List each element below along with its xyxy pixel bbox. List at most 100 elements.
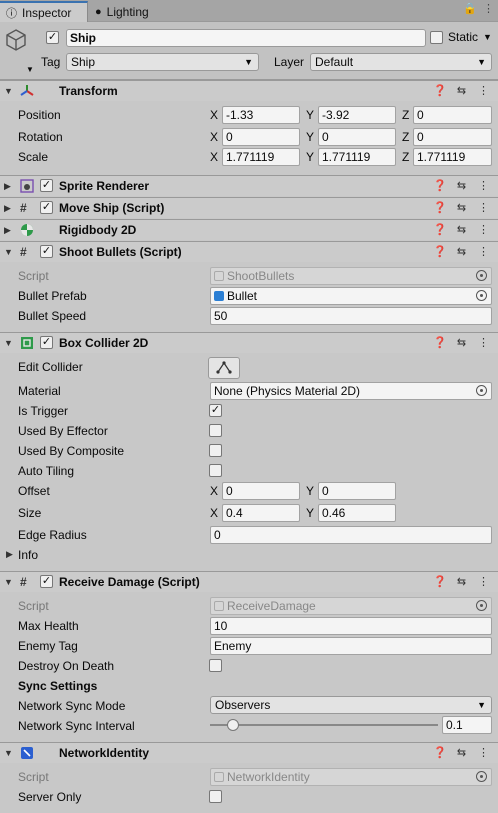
network-sync-mode-dropdown[interactable]: Observers ▼: [210, 696, 492, 714]
rotation-label: Rotation: [18, 130, 63, 144]
rotation-x-field[interactable]: 0: [222, 128, 300, 146]
rotation-z-field[interactable]: 0: [413, 128, 492, 146]
rigidbody-header[interactable]: ▶ Rigidbody 2D ❓ ⇆ ⋮: [0, 219, 498, 240]
foldout-expanded-icon[interactable]: ▼: [4, 247, 13, 257]
offset-y-field[interactable]: 0: [318, 482, 396, 500]
edit-collider-button[interactable]: [208, 357, 240, 379]
help-icon[interactable]: ❓: [433, 201, 447, 214]
static-dropdown-arrow-icon[interactable]: ▼: [483, 32, 492, 42]
foldout-expanded-icon[interactable]: ▼: [4, 338, 13, 348]
help-icon[interactable]: ❓: [433, 746, 447, 759]
tag-label: Tag: [41, 55, 61, 69]
enemy-tag-field[interactable]: Enemy: [210, 637, 492, 655]
object-picker-icon[interactable]: [476, 385, 487, 396]
preset-icon[interactable]: ⇆: [455, 336, 468, 349]
preset-icon[interactable]: ⇆: [455, 84, 468, 97]
component-menu-icon[interactable]: ⋮: [477, 245, 490, 258]
tag-dropdown[interactable]: Ship ▼: [66, 53, 259, 71]
component-menu-icon[interactable]: ⋮: [477, 336, 490, 349]
network-identity-script-label: Script: [18, 770, 49, 784]
preset-icon[interactable]: ⇆: [455, 575, 468, 588]
foldout-expanded-icon[interactable]: ▼: [4, 86, 13, 96]
foldout-collapsed-icon[interactable]: ▶: [4, 203, 11, 214]
tab-inspector-label: Inspector: [22, 5, 72, 20]
box-collider-enabled-checkbox[interactable]: ✓: [40, 336, 53, 349]
script-file-icon: [214, 601, 224, 611]
scale-z-field[interactable]: 1.771119: [413, 148, 492, 166]
scale-x-field[interactable]: 1.771119: [222, 148, 300, 166]
static-checkbox[interactable]: [430, 30, 443, 44]
box-collider-header[interactable]: ▼ ✓ Box Collider 2D ❓ ⇆ ⋮: [0, 332, 498, 353]
offset-x-field[interactable]: 0: [222, 482, 300, 500]
component-menu-icon[interactable]: ⋮: [477, 223, 490, 236]
scale-y-field[interactable]: 1.771119: [318, 148, 396, 166]
object-picker-icon[interactable]: [476, 290, 487, 301]
used-by-composite-checkbox[interactable]: [209, 444, 222, 457]
used-by-effector-label: Used By Effector: [18, 424, 108, 438]
help-icon[interactable]: ❓: [433, 84, 447, 97]
lock-icon[interactable]: 🔒: [463, 2, 477, 15]
tab-inspector[interactable]: ⓘ Inspector: [0, 1, 88, 22]
bullet-prefab-field[interactable]: Bullet: [210, 287, 492, 305]
foldout-expanded-icon[interactable]: ▼: [4, 577, 13, 587]
layer-dropdown[interactable]: Default ▼: [310, 53, 492, 71]
rotation-y-field[interactable]: 0: [318, 128, 396, 146]
icon-dropdown-arrow-icon[interactable]: ▼: [26, 65, 34, 74]
destroy-on-death-checkbox[interactable]: [209, 659, 222, 672]
move-ship-header[interactable]: ▶ # ✓ Move Ship (Script) ❓ ⇆ ⋮: [0, 197, 498, 218]
move-ship-enabled-checkbox[interactable]: ✓: [40, 201, 53, 214]
size-x-field[interactable]: 0.4: [222, 504, 300, 522]
receive-damage-enabled-checkbox[interactable]: ✓: [40, 575, 53, 588]
slider-thumb[interactable]: [226, 719, 239, 731]
used-by-effector-checkbox[interactable]: [209, 424, 222, 437]
network-identity-title: NetworkIdentity: [59, 746, 150, 760]
info-label[interactable]: Info: [18, 548, 38, 562]
transform-header[interactable]: ▼ Transform ❓ ⇆ ⋮: [0, 80, 498, 101]
menu-icon[interactable]: ⋮: [483, 2, 494, 15]
max-health-field[interactable]: 10: [210, 617, 492, 635]
help-icon[interactable]: ❓: [433, 575, 447, 588]
help-icon[interactable]: ❓: [433, 245, 447, 258]
edge-radius-field[interactable]: 0: [210, 526, 492, 544]
network-identity-script-field: NetworkIdentity: [210, 768, 492, 786]
sprite-renderer-enabled-checkbox[interactable]: ✓: [40, 179, 53, 192]
sprite-renderer-header[interactable]: ▶ ✓ Sprite Renderer ❓ ⇆ ⋮: [0, 175, 498, 196]
size-y-field[interactable]: 0.46: [318, 504, 396, 522]
help-icon[interactable]: ❓: [433, 336, 447, 349]
preset-icon[interactable]: ⇆: [455, 245, 468, 258]
position-x-field[interactable]: -1.33: [222, 106, 300, 124]
network-sync-interval-slider[interactable]: [210, 717, 438, 733]
component-menu-icon[interactable]: ⋮: [477, 575, 490, 588]
server-only-checkbox[interactable]: [209, 790, 222, 803]
component-menu-icon[interactable]: ⋮: [477, 201, 490, 214]
auto-tiling-checkbox[interactable]: [209, 464, 222, 477]
material-field[interactable]: None (Physics Material 2D): [210, 382, 492, 400]
gameobject-name-input[interactable]: Ship: [66, 29, 426, 47]
is-trigger-checkbox[interactable]: ✓: [209, 404, 222, 417]
receive-damage-header[interactable]: ▼ # ✓ Receive Damage (Script) ❓ ⇆ ⋮: [0, 571, 498, 592]
shoot-bullets-enabled-checkbox[interactable]: ✓: [40, 245, 53, 258]
shoot-bullets-header[interactable]: ▼ # ✓ Shoot Bullets (Script) ❓ ⇆ ⋮: [0, 241, 498, 262]
tab-lighting[interactable]: ● Lighting: [89, 1, 179, 22]
gameobject-cube-icon[interactable]: [6, 29, 26, 51]
component-menu-icon[interactable]: ⋮: [477, 84, 490, 97]
network-identity-header[interactable]: ▼ NetworkIdentity ❓ ⇆ ⋮: [0, 742, 498, 763]
help-icon[interactable]: ❓: [433, 223, 447, 236]
active-checkbox[interactable]: ✓: [46, 31, 59, 44]
info-foldout-icon[interactable]: ▶: [6, 549, 13, 560]
position-z-field[interactable]: 0: [413, 106, 492, 124]
bullet-speed-field[interactable]: 50: [210, 307, 492, 325]
help-icon[interactable]: ❓: [433, 179, 447, 192]
offset-x-axis-label: X: [210, 484, 219, 498]
foldout-expanded-icon[interactable]: ▼: [4, 748, 13, 758]
preset-icon[interactable]: ⇆: [455, 179, 468, 192]
preset-icon[interactable]: ⇆: [455, 201, 468, 214]
preset-icon[interactable]: ⇆: [455, 746, 468, 759]
position-y-field[interactable]: -3.92: [318, 106, 396, 124]
component-menu-icon[interactable]: ⋮: [477, 179, 490, 192]
foldout-collapsed-icon[interactable]: ▶: [4, 181, 11, 192]
network-sync-interval-field[interactable]: 0.1: [442, 716, 492, 734]
component-menu-icon[interactable]: ⋮: [477, 746, 490, 759]
preset-icon[interactable]: ⇆: [455, 223, 468, 236]
foldout-collapsed-icon[interactable]: ▶: [4, 225, 11, 236]
